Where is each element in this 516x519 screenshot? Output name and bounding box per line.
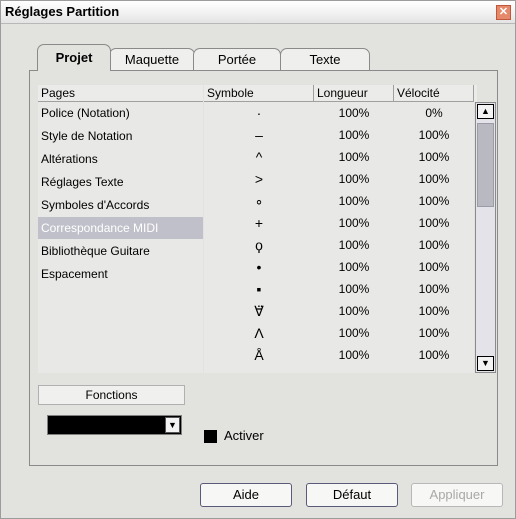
velocity-cell[interactable]: 0%	[394, 102, 474, 124]
pages-header-label: Pages	[41, 86, 76, 100]
symbol-cell: ^	[255, 149, 263, 165]
symbol-cell: ϙ	[255, 237, 263, 253]
length-cell[interactable]: 100%	[314, 322, 394, 344]
length-cell[interactable]: 100%	[314, 168, 394, 190]
velocity-cell[interactable]: 100%	[394, 234, 474, 256]
table-row[interactable]: ∘ 100% 100%	[204, 190, 474, 212]
scroll-down-button[interactable]: ▼	[477, 356, 494, 371]
vertical-scrollbar[interactable]: ▲ ▼	[475, 102, 496, 373]
table-row[interactable]: > 100% 100%	[204, 168, 474, 190]
page-item-label: Espacement	[41, 267, 108, 281]
length-cell[interactable]: 100%	[314, 212, 394, 234]
table-row[interactable]: + 100% 100%	[204, 212, 474, 234]
length-cell[interactable]: 100%	[314, 300, 394, 322]
column-header-velocite[interactable]: Vélocité	[394, 85, 474, 102]
chevron-down-icon[interactable]: ▼	[165, 417, 180, 433]
page-item-reglages-texte[interactable]: Réglages Texte	[38, 171, 203, 193]
page-item-label: Bibliothèque Guitare	[41, 244, 150, 258]
aide-button[interactable]: Aide	[200, 483, 292, 507]
page-item-label: Réglages Texte	[41, 175, 124, 189]
velocity-cell[interactable]: 100%	[394, 256, 474, 278]
functions-group: Fonctions ▼	[38, 385, 185, 450]
table-row[interactable]: • 100% 100%	[204, 256, 474, 278]
column-header-longueur[interactable]: Longueur	[314, 85, 394, 102]
tab-texte[interactable]: Texte	[280, 48, 370, 70]
midi-mapping-table: Symbole Longueur Vélocité · 100% 0% – 10…	[204, 85, 477, 373]
page-item-label: Police (Notation)	[41, 106, 130, 120]
velocity-cell[interactable]: 100%	[394, 300, 474, 322]
length-cell[interactable]: 100%	[314, 256, 394, 278]
page-item-label: Correspondance MIDI	[41, 221, 159, 235]
length-cell[interactable]: 100%	[314, 146, 394, 168]
page-item-symboles-accords[interactable]: Symboles d'Accords	[38, 194, 203, 216]
appliquer-button: Appliquer	[411, 483, 503, 507]
table-row[interactable]: ▪ 100% 100%	[204, 278, 474, 300]
velocity-cell[interactable]: 100%	[394, 212, 474, 234]
tab-portee[interactable]: Portée	[193, 48, 281, 70]
symbol-cell: •	[256, 259, 262, 275]
functions-label: Fonctions	[38, 385, 185, 405]
velocity-cell[interactable]: 100%	[394, 278, 474, 300]
symbol-cell: ∘	[254, 193, 264, 209]
symbol-cell: –	[255, 127, 263, 143]
symbol-cell: >	[254, 171, 264, 187]
column-header-symbole[interactable]: Symbole	[204, 85, 314, 102]
functions-dropdown[interactable]: ▼	[47, 415, 182, 435]
velocity-cell[interactable]: 100%	[394, 190, 474, 212]
length-cell[interactable]: 100%	[314, 344, 394, 366]
activer-label: Activer	[224, 428, 264, 443]
table-row[interactable]: Å 100% 100%	[204, 344, 474, 366]
table-row[interactable]: · 100% 0%	[204, 102, 474, 124]
title-bar[interactable]: Réglages Partition ✕	[1, 1, 515, 24]
length-cell[interactable]: 100%	[314, 234, 394, 256]
scroll-thumb[interactable]	[477, 123, 494, 207]
activer-checkbox-box[interactable]	[204, 430, 217, 443]
page-item-police[interactable]: Police (Notation)	[38, 102, 203, 124]
table-row[interactable]: ϙ 100% 100%	[204, 234, 474, 256]
page-item-label: Altérations	[41, 152, 98, 166]
scroll-up-button[interactable]: ▲	[477, 104, 494, 119]
settings-dialog: Réglages Partition ✕ Maquette Portée Tex…	[0, 0, 516, 519]
page-item-correspondance-midi[interactable]: Correspondance MIDI	[38, 217, 203, 239]
page-item-label: Symboles d'Accords	[41, 198, 150, 212]
length-cell[interactable]: 100%	[314, 124, 394, 146]
symbol-cell: ∀̈	[254, 303, 264, 319]
length-cell[interactable]: 100%	[314, 190, 394, 212]
page-item-style[interactable]: Style de Notation	[38, 125, 203, 147]
tab-maquette[interactable]: Maquette	[109, 48, 195, 70]
defaut-button[interactable]: Défaut	[306, 483, 398, 507]
symbol-cell: ·	[256, 105, 262, 121]
symbol-cell: Λ	[254, 325, 264, 341]
tab-projet[interactable]: Projet	[37, 44, 111, 71]
pages-header: Pages	[38, 85, 203, 102]
velocity-cell[interactable]: 100%	[394, 168, 474, 190]
table-row[interactable]: – 100% 100%	[204, 124, 474, 146]
page-item-alterations[interactable]: Altérations	[38, 148, 203, 170]
symbol-cell: Å	[254, 347, 264, 363]
velocity-cell[interactable]: 100%	[394, 322, 474, 344]
length-cell[interactable]: 100%	[314, 278, 394, 300]
page-item-label: Style de Notation	[41, 129, 133, 143]
close-button[interactable]: ✕	[496, 5, 511, 20]
table-row[interactable]: Λ 100% 100%	[204, 322, 474, 344]
table-row[interactable]: ∀̈ 100% 100%	[204, 300, 474, 322]
window-title: Réglages Partition	[5, 4, 120, 19]
velocity-cell[interactable]: 100%	[394, 344, 474, 366]
pages-list: Police (Notation) Style de Notation Alté…	[38, 102, 203, 373]
symbol-cell: +	[254, 215, 264, 231]
page-item-espacement[interactable]: Espacement	[38, 263, 203, 285]
length-cell[interactable]: 100%	[314, 102, 394, 124]
velocity-cell[interactable]: 100%	[394, 146, 474, 168]
velocity-cell[interactable]: 100%	[394, 124, 474, 146]
column-header-filler	[474, 85, 477, 102]
page-item-bibliotheque-guitare[interactable]: Bibliothèque Guitare	[38, 240, 203, 262]
table-row[interactable]: ^ 100% 100%	[204, 146, 474, 168]
symbol-cell: ▪	[256, 281, 262, 297]
